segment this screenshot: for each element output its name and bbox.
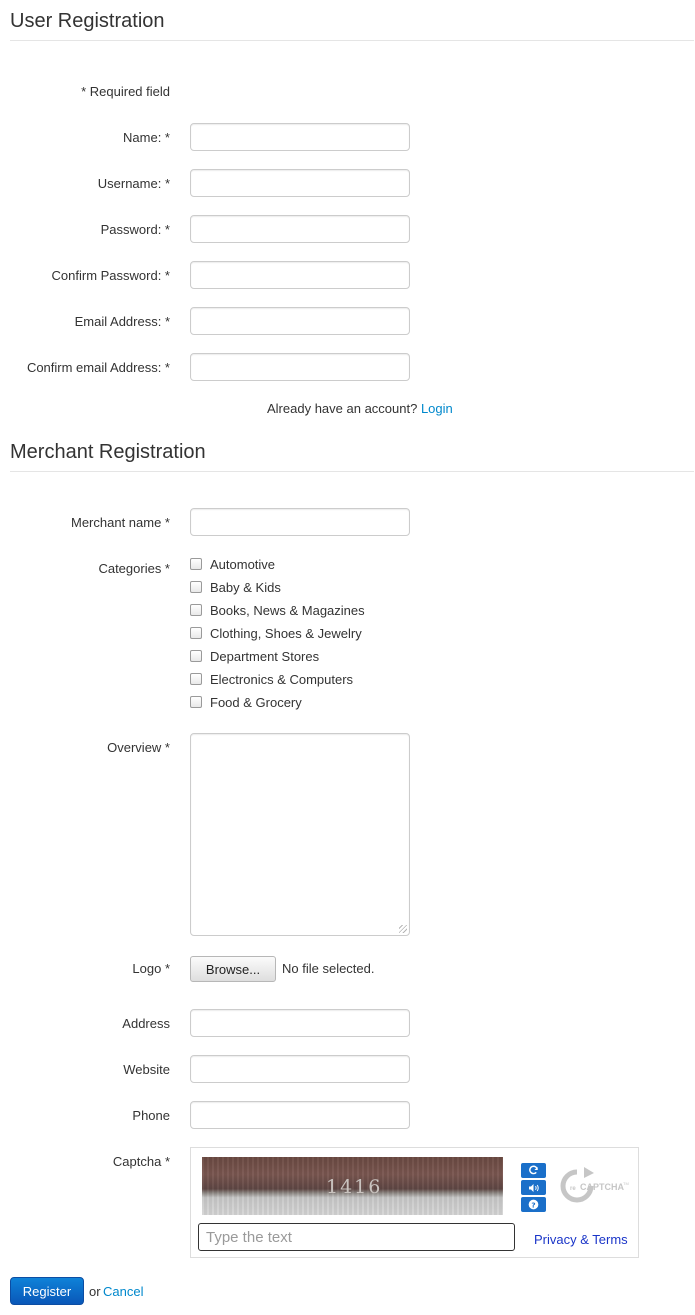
category-label: Baby & Kids (210, 579, 281, 595)
phone-label: Phone (132, 1108, 170, 1123)
captcha-challenge-text: 1416 (326, 1176, 383, 1198)
logo-label: Logo * (132, 961, 170, 976)
category-clothing[interactable]: Clothing, Shoes & Jewelry (190, 623, 362, 643)
name-input[interactable] (190, 123, 410, 151)
merchant-name-label: Merchant name * (71, 515, 170, 530)
merchant-name-input[interactable] (190, 508, 410, 536)
refresh-icon[interactable] (521, 1163, 546, 1178)
category-label: Food & Grocery (210, 694, 302, 710)
captcha-label: Captcha * (112, 1154, 170, 1169)
confirm-password-label: Confirm Password: * (51, 268, 170, 283)
category-label: Books, News & Magazines (210, 602, 365, 618)
checkbox-books-news[interactable] (190, 604, 202, 616)
resize-grip-icon[interactable] (399, 925, 407, 933)
name-label: Name: * (123, 130, 170, 145)
login-link[interactable]: Login (421, 401, 453, 416)
password-label: Password: * (100, 222, 170, 237)
confirm-email-input[interactable] (190, 353, 410, 381)
register-button[interactable]: Register (10, 1277, 84, 1305)
checkbox-baby-kids[interactable] (190, 581, 202, 593)
merchant-section-divider (10, 471, 694, 472)
audio-icon[interactable] (521, 1180, 546, 1195)
category-electronics[interactable]: Electronics & Computers (190, 669, 353, 689)
captcha-placeholder: Type the text (206, 1228, 292, 1246)
checkbox-automotive[interactable] (190, 558, 202, 570)
checkbox-electronics[interactable] (190, 673, 202, 685)
email-label: Email Address: * (74, 314, 170, 329)
svg-text:?: ? (531, 1200, 535, 1209)
svg-text:TM: TM (623, 1181, 629, 1186)
checkbox-clothing[interactable] (190, 627, 202, 639)
user-section-divider (10, 40, 694, 41)
category-baby-kids[interactable]: Baby & Kids (190, 577, 281, 597)
username-label: Username: * (97, 176, 170, 191)
svg-text:CAPTCHA: CAPTCHA (580, 1182, 624, 1192)
captcha-challenge-image: 1416 (202, 1157, 503, 1215)
website-label: Website (123, 1062, 170, 1077)
privacy-terms-link[interactable]: Privacy & Terms (534, 1232, 628, 1247)
category-label: Clothing, Shoes & Jewelry (210, 625, 362, 641)
address-label: Address (122, 1016, 170, 1031)
captcha-widget: 1416 ? re CAPTCHA TM Type the text Priva… (190, 1147, 639, 1258)
username-input[interactable] (190, 169, 410, 197)
help-icon[interactable]: ? (521, 1197, 546, 1212)
category-automotive[interactable]: Automotive (190, 554, 275, 574)
category-label: Automotive (210, 556, 276, 572)
required-field-note: * Required field (81, 84, 170, 99)
browse-button[interactable]: Browse... (190, 956, 276, 982)
email-input[interactable] (190, 307, 410, 335)
svg-text:re: re (570, 1186, 576, 1192)
address-input[interactable] (190, 1009, 410, 1037)
captcha-response-input[interactable]: Type the text (198, 1223, 515, 1251)
overview-textarea[interactable] (190, 733, 410, 936)
recaptcha-logo-icon: re CAPTCHA TM (560, 1165, 634, 1207)
login-prompt: Already have an account? Login (267, 401, 453, 416)
category-label: Department Stores (210, 648, 320, 664)
password-input[interactable] (190, 215, 410, 243)
account-prompt-text: Already have an account? (267, 401, 418, 416)
cancel-link[interactable]: Cancel (103, 1284, 143, 1299)
categories-label: Categories * (98, 561, 170, 576)
file-status-text: No file selected. (282, 961, 375, 976)
checkbox-food-grocery[interactable] (190, 696, 202, 708)
overview-label: Overview * (107, 740, 170, 755)
or-text: or (89, 1284, 101, 1299)
checkbox-department-stores[interactable] (190, 650, 202, 662)
category-books-news[interactable]: Books, News & Magazines (190, 600, 365, 620)
confirm-email-label: Confirm email Address: * (26, 360, 170, 375)
website-input[interactable] (190, 1055, 410, 1083)
category-food-grocery[interactable]: Food & Grocery (190, 692, 302, 712)
merchant-registration-title: Merchant Registration (10, 441, 206, 463)
user-registration-title: User Registration (10, 10, 165, 32)
phone-input[interactable] (190, 1101, 410, 1129)
category-department-stores[interactable]: Department Stores (190, 646, 319, 666)
category-label: Electronics & Computers (210, 671, 354, 687)
confirm-password-input[interactable] (190, 261, 410, 289)
